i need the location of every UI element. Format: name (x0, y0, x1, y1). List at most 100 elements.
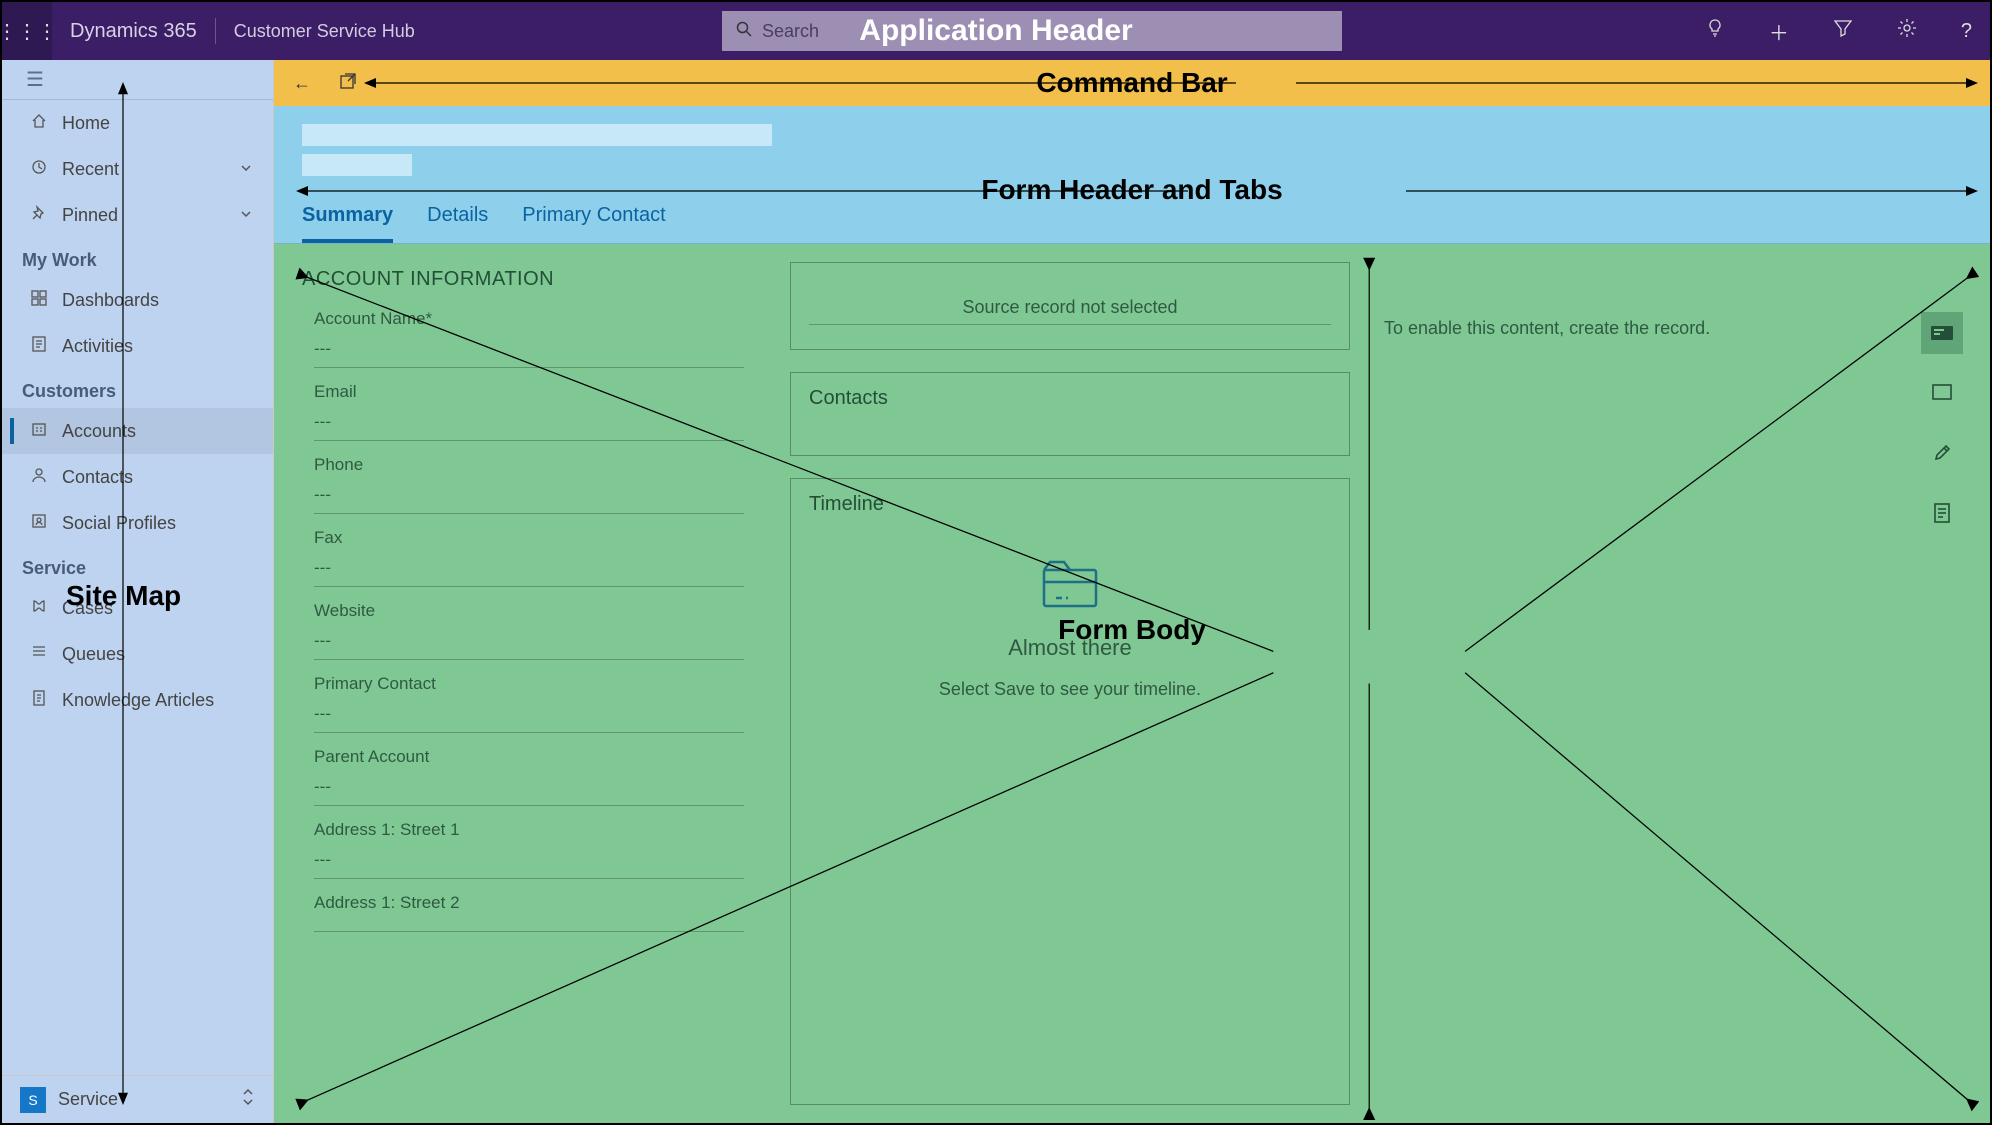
social-icon (26, 513, 52, 534)
act-icon (26, 336, 52, 357)
source-record-panel: Source record not selected (790, 262, 1350, 350)
pin-icon (26, 205, 52, 226)
filter-icon[interactable] (1833, 18, 1853, 44)
field-value: --- (314, 412, 744, 441)
panel-tab-2[interactable] (1921, 372, 1963, 414)
lightbulb-icon[interactable] (1705, 18, 1725, 44)
sidebar-group-my-work: My Work (2, 238, 273, 277)
assistant-tab[interactable] (1921, 312, 1963, 354)
contacts-title: Contacts (809, 387, 1331, 410)
person-icon (26, 467, 52, 488)
back-button[interactable]: ← (288, 73, 316, 94)
application-header: ⋮⋮⋮ Dynamics 365 Customer Service Hub Se… (2, 2, 1990, 60)
field-fax[interactable]: Fax--- (294, 520, 764, 593)
field-account-name-[interactable]: Account Name* --- (294, 301, 764, 374)
field-value: --- (314, 339, 744, 368)
sidebar-item-accounts[interactable]: Accounts (2, 408, 273, 454)
field-phone[interactable]: Phone --- (294, 447, 764, 520)
sidebar-item-queues[interactable]: Queues (2, 631, 273, 677)
queue-icon (26, 644, 52, 665)
panel-tab-3[interactable] (1921, 432, 1963, 474)
sidebar-item-dashboards[interactable]: Dashboards (2, 277, 273, 323)
app-launcher-button[interactable]: ⋮⋮⋮ (2, 2, 52, 60)
timeline-heading: Almost there (1008, 635, 1132, 661)
field-email[interactable]: Email --- (294, 374, 764, 447)
timeline-title: Timeline (809, 493, 1331, 516)
field-value (314, 923, 744, 932)
field-website[interactable]: Website--- (294, 593, 764, 666)
field-address-1-street-1[interactable]: Address 1: Street 1--- (294, 812, 764, 885)
case-icon (26, 598, 52, 619)
sidebar-item-label: Recent (62, 159, 119, 180)
field-label: Website (314, 601, 744, 621)
timeline-panel: Timeline Almost there Select Save to see… (790, 478, 1350, 1105)
field-label: Phone (314, 455, 744, 475)
chevron-updown-icon (241, 1088, 255, 1111)
home-icon (26, 113, 52, 134)
sidebar-item-pinned[interactable]: Pinned (2, 192, 273, 238)
sidebar-item-label: Knowledge Articles (62, 690, 214, 711)
sidebar-item-cases[interactable]: Cases (2, 585, 273, 631)
contacts-panel: Contacts (790, 372, 1350, 456)
record-title-placeholder (302, 124, 772, 146)
sidebar-toggle[interactable]: ☰ (2, 60, 273, 100)
sidebar-item-contacts[interactable]: Contacts (2, 454, 273, 500)
field-label: Primary Contact (314, 674, 744, 694)
field-label: Account Name* (314, 309, 744, 329)
sidebar-item-label: Contacts (62, 467, 133, 488)
area-switcher[interactable]: S Service (2, 1075, 273, 1123)
related-pane-tabs (1914, 312, 1970, 534)
sidebar-item-label: Accounts (62, 421, 136, 442)
open-new-window-button[interactable] (334, 72, 362, 95)
field-primary-contact[interactable]: Primary Contact --- (294, 666, 764, 739)
chevron-down-icon (239, 205, 253, 226)
field-address-1-street-2[interactable]: Address 1: Street 2 (294, 885, 764, 938)
waffle-icon: ⋮⋮⋮ (0, 19, 57, 44)
field-label: Parent Account (314, 747, 744, 767)
acct-icon (26, 421, 52, 442)
site-map: Site Map ☰ HomeRecentPinned My WorkDashb… (2, 60, 274, 1123)
form-body: Form Body ACCOUNT INFORMATION Account Na… (274, 244, 1990, 1123)
tab-summary[interactable]: Summary (302, 204, 393, 243)
sidebar-item-label: Social Profiles (62, 513, 176, 534)
form-header: Form Header and Tabs SummaryDetailsPrima… (274, 106, 1990, 244)
clock-icon (26, 159, 52, 180)
search-icon (736, 21, 752, 42)
sidebar-group-customers: Customers (2, 369, 273, 408)
panel-tab-4[interactable] (1921, 492, 1963, 534)
add-icon[interactable]: ＋ (1769, 17, 1789, 46)
gear-icon[interactable] (1897, 18, 1917, 44)
dash-icon (26, 290, 52, 311)
field-value: --- (314, 777, 744, 806)
related-pane-message: To enable this content, create the recor… (1376, 262, 1900, 339)
record-subtitle-placeholder (302, 154, 412, 176)
field-parent-account[interactable]: Parent Account --- (294, 739, 764, 812)
global-search[interactable]: Search (722, 11, 1342, 51)
brand-label[interactable]: Dynamics 365 (52, 18, 216, 44)
sidebar-item-home[interactable]: Home (2, 100, 273, 146)
sidebar-item-label: Cases (62, 598, 113, 619)
sidebar-item-recent[interactable]: Recent (2, 146, 273, 192)
timeline-subtext: Select Save to see your timeline. (939, 679, 1201, 700)
search-placeholder: Search (762, 21, 819, 42)
sidebar-item-social-profiles[interactable]: Social Profiles (2, 500, 273, 546)
help-icon[interactable]: ? (1961, 20, 1972, 43)
area-label: Service (58, 1089, 118, 1110)
field-value: --- (314, 558, 744, 587)
timeline-empty-icon (1038, 556, 1102, 617)
field-label: Email (314, 382, 744, 402)
ka-icon (26, 690, 52, 711)
field-value: --- (314, 485, 744, 514)
sidebar-item-activities[interactable]: Activities (2, 323, 273, 369)
command-bar: ← Command Bar (274, 60, 1990, 106)
section-title: ACCOUNT INFORMATION (302, 268, 764, 291)
source-empty-text: Source record not selected (809, 277, 1331, 325)
field-label: Address 1: Street 1 (314, 820, 744, 840)
form-tabs: Summary Details Primary Contact (302, 204, 1962, 243)
tab-details[interactable]: Details (427, 204, 488, 243)
tab-primary-contact[interactable]: Primary Contact (522, 204, 665, 243)
app-name-label[interactable]: Customer Service Hub (216, 21, 415, 42)
field-value: --- (314, 704, 744, 733)
header-actions: ＋ ? (1705, 17, 1972, 46)
sidebar-item-knowledge-articles[interactable]: Knowledge Articles (2, 677, 273, 723)
